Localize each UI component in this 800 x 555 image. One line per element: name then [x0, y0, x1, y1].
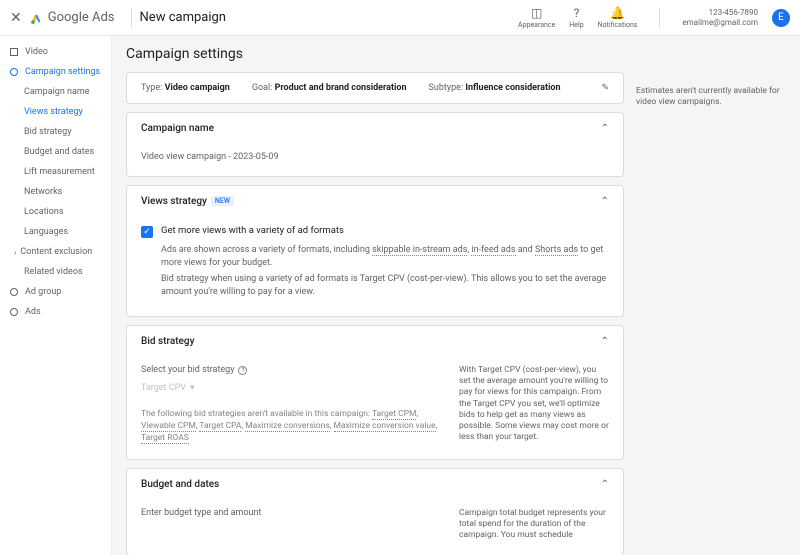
app-header: ✕ Google Ads New campaign ◫Appearance ?H…	[0, 0, 800, 36]
sidebar: Video Campaign settings Campaign name Vi…	[0, 36, 112, 555]
link-in-feed[interactable]: in-feed ads	[471, 245, 515, 256]
campaign-name-value: Video view campaign - 2023-05-09	[141, 152, 279, 162]
sidebar-item-languages[interactable]: Languages	[0, 222, 111, 242]
sidebar-item-campaign-name[interactable]: Campaign name	[0, 82, 111, 102]
sidebar-item-content-exclusion[interactable]: ›Content exclusion	[0, 242, 111, 262]
link-skippable[interactable]: skippable in-stream ads	[372, 245, 467, 256]
close-icon[interactable]: ✕	[10, 10, 22, 26]
help-icon: ?	[574, 6, 580, 20]
circle-icon	[10, 288, 18, 296]
summary-card: Type: Video campaign Goal: Product and b…	[126, 72, 624, 104]
circle-icon	[10, 308, 18, 316]
sidebar-item-campaign-settings[interactable]: Campaign settings	[0, 62, 111, 82]
chevron-right-icon: ›	[14, 248, 16, 257]
appearance-button[interactable]: ◫Appearance	[518, 6, 555, 29]
sidebar-item-ad-group[interactable]: Ad group	[0, 282, 111, 302]
divider	[659, 8, 660, 28]
ad-formats-checkbox[interactable]: ✓	[141, 226, 153, 238]
goal-label: Goal:	[252, 83, 273, 93]
new-badge: NEW	[211, 196, 234, 206]
sidebar-item-related-videos[interactable]: Related videos	[0, 262, 111, 282]
ad-formats-label: Get more views with a variety of ad form…	[161, 225, 344, 236]
views-desc-2: Bid strategy when using a variety of ad …	[161, 273, 609, 298]
budget-enter-label: Enter budget type and amount	[141, 508, 443, 518]
sidebar-item-views-strategy[interactable]: Views strategy	[0, 102, 111, 122]
views-desc-1: Ads are shown across a variety of format…	[161, 244, 609, 269]
divider	[131, 8, 132, 28]
campaign-name-header[interactable]: Campaign name ⌃	[127, 113, 623, 144]
sidebar-item-lift-measurement[interactable]: Lift measurement	[0, 162, 111, 182]
subtype-label: Subtype:	[429, 83, 464, 93]
chevron-down-icon: ▾	[190, 383, 195, 393]
account-email: emailme@gmail.com	[682, 18, 758, 28]
chevron-up-icon: ⌃	[601, 196, 609, 207]
content-heading: Campaign settings	[126, 46, 624, 62]
sidebar-item-networks[interactable]: Networks	[0, 182, 111, 202]
bell-icon: 🔔	[610, 6, 625, 20]
bid-strategy-select[interactable]: Target CPV ▾	[141, 383, 443, 393]
budget-dates-header[interactable]: Budget and dates ⌃	[127, 469, 623, 500]
sidebar-item-budget-dates[interactable]: Budget and dates	[0, 142, 111, 162]
views-strategy-card: Views strategyNEW ⌃ ✓ Get more views wit…	[126, 185, 624, 317]
bid-strategy-header[interactable]: Bid strategy ⌃	[127, 326, 623, 357]
goal-value: Product and brand consideration	[275, 83, 407, 93]
budget-dates-card: Budget and dates ⌃ Enter budget type and…	[126, 468, 624, 555]
appearance-icon: ◫	[531, 6, 542, 20]
type-label: Type:	[141, 83, 162, 93]
link-shorts[interactable]: Shorts ads	[535, 245, 578, 256]
info-icon[interactable]: ?	[238, 366, 247, 375]
chevron-up-icon: ⌃	[601, 336, 609, 347]
account-info[interactable]: 123-456-7890 emailme@gmail.com	[682, 8, 758, 27]
pencil-icon[interactable]: ✎	[601, 83, 609, 93]
bid-help-text: With Target CPV (cost-per-view), you set…	[459, 365, 609, 445]
chevron-up-icon: ⌃	[601, 123, 609, 134]
views-strategy-header[interactable]: Views strategyNEW ⌃	[127, 186, 623, 217]
help-button[interactable]: ?Help	[569, 6, 583, 29]
bid-strategy-card: Bid strategy ⌃ Select your bid strategy …	[126, 325, 624, 460]
sidebar-item-video[interactable]: Video	[0, 42, 111, 62]
unavailable-strategies: The following bid strategies aren't avai…	[141, 409, 443, 445]
notifications-button[interactable]: 🔔Notifications	[598, 6, 638, 29]
budget-help-text: Campaign total budget represents your to…	[459, 508, 609, 541]
bid-select-label: Select your bid strategy ?	[141, 365, 443, 375]
square-icon	[10, 48, 18, 56]
sidebar-item-bid-strategy[interactable]: Bid strategy	[0, 122, 111, 142]
chevron-up-icon: ⌃	[601, 479, 609, 490]
campaign-name-card: Campaign name ⌃ Video view campaign - 20…	[126, 112, 624, 177]
sidebar-item-ads[interactable]: Ads	[0, 302, 111, 322]
type-value: Video campaign	[165, 83, 230, 93]
circle-icon	[10, 68, 18, 76]
avatar[interactable]: E	[772, 9, 790, 27]
subtype-value: Influence consideration	[465, 83, 560, 93]
product-name: Google Ads	[48, 10, 115, 25]
estimates-note: Estimates aren't currently available for…	[636, 46, 786, 545]
account-id: 123-456-7890	[709, 8, 758, 18]
sidebar-item-locations[interactable]: Locations	[0, 202, 111, 222]
page-title: New campaign	[140, 10, 226, 25]
google-ads-logo: Google Ads	[30, 10, 115, 25]
